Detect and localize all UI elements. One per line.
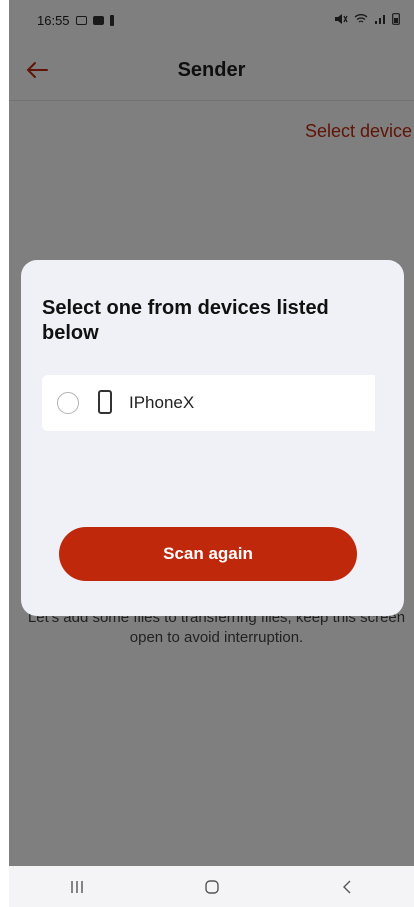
- home-icon[interactable]: [192, 872, 232, 902]
- system-nav-bar: [9, 866, 414, 907]
- select-device-dialog: Select one from devices listed below IPh…: [21, 260, 404, 616]
- back-icon[interactable]: [327, 872, 367, 902]
- device-list-item[interactable]: IPhoneX: [42, 375, 375, 431]
- phone-icon: [98, 390, 112, 414]
- scan-again-button[interactable]: Scan again: [59, 527, 357, 581]
- dialog-title: Select one from devices listed below: [42, 297, 329, 344]
- recent-apps-icon[interactable]: [57, 872, 97, 902]
- device-radio-button[interactable]: [57, 392, 79, 414]
- device-name: IPhoneX: [129, 393, 195, 412]
